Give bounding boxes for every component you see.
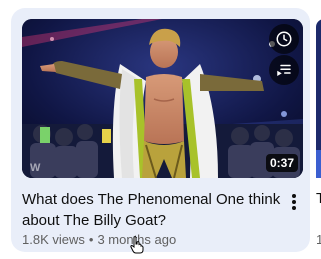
view-count: 1.8K views [22, 232, 85, 247]
video-thumbnail[interactable]: W 0:37 [22, 19, 303, 178]
add-to-queue-button[interactable] [269, 55, 299, 85]
watch-later-button[interactable] [269, 24, 299, 54]
clock-icon [276, 31, 292, 47]
hand-cursor-icon [130, 236, 144, 259]
video-title-link[interactable]: What does The Phenomenal One think about… [22, 189, 284, 231]
video-metadata: 1.8K views • 3 months ago [22, 232, 176, 247]
metadata-separator: • [88, 232, 94, 247]
add-to-queue-icon [277, 64, 291, 76]
next-video-title[interactable]: T [316, 190, 321, 207]
thumbnail-image: W [22, 19, 303, 178]
next-video-meta: 1 [316, 232, 321, 247]
video-actions-menu-button[interactable] [286, 192, 302, 212]
svg-text:W: W [30, 162, 41, 174]
next-video-thumbnail-accent [316, 150, 321, 178]
duration-badge: 0:37 [265, 154, 298, 172]
more-vertical-icon [292, 194, 296, 210]
